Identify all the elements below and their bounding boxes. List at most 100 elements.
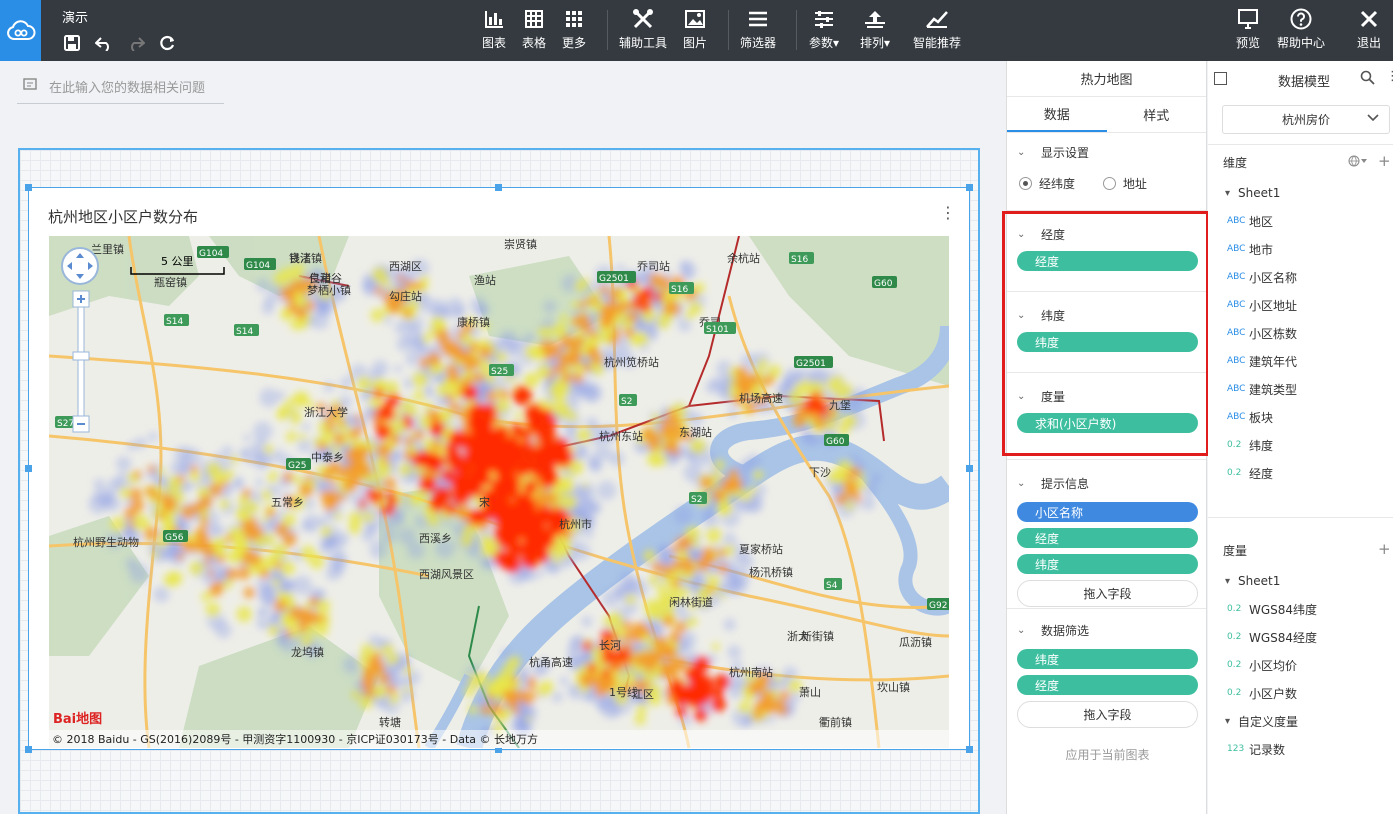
radio-address[interactable]: 地址 bbox=[1102, 175, 1147, 192]
map-copyright: © 2018 Baidu - GS(2016)2089号 - 甲测资字11009… bbox=[52, 732, 538, 746]
filter-field-pill[interactable]: 经度 bbox=[1017, 675, 1198, 695]
road-shield: G60 bbox=[872, 276, 897, 289]
save-icon[interactable] bbox=[62, 33, 82, 53]
field-name: 纬度 bbox=[1249, 438, 1274, 453]
list-icon bbox=[748, 8, 768, 30]
field-type-icon: ABC bbox=[1227, 356, 1246, 366]
field-item[interactable]: ABC 建筑类型 bbox=[1208, 375, 1393, 403]
filter-tool[interactable]: 筛选器 bbox=[740, 8, 776, 54]
resize-handle[interactable] bbox=[25, 184, 32, 191]
table-icon bbox=[525, 8, 543, 30]
collapse-panel-icon[interactable] bbox=[1214, 72, 1227, 85]
data-filter-header[interactable]: ⌄ 数据筛选 bbox=[1017, 621, 1198, 639]
question-input[interactable]: 在此输入您的数据相关问题 bbox=[17, 70, 224, 104]
field-type-icon: ABC bbox=[1227, 300, 1246, 310]
field-item[interactable]: ABC 小区地址 bbox=[1208, 291, 1393, 319]
road-label: G25 bbox=[288, 461, 306, 471]
redo-icon[interactable] bbox=[126, 33, 146, 53]
tooltip-field-pill[interactable]: 纬度 bbox=[1017, 554, 1198, 574]
refresh-icon[interactable] bbox=[158, 33, 178, 53]
table-tool[interactable]: 表格 bbox=[522, 8, 546, 54]
field-item[interactable]: 0.2 WGS84经度 bbox=[1208, 623, 1393, 651]
help-button[interactable]: 帮助中心 bbox=[1277, 8, 1325, 54]
drop-field-zone[interactable]: 拖入字段 bbox=[1017, 701, 1198, 728]
tooltip-section: ⌄ 提示信息 小区名称 经度 纬度 拖入字段 bbox=[1007, 460, 1206, 609]
resize-handle[interactable] bbox=[25, 465, 32, 472]
params-tool[interactable]: 参数▾ bbox=[809, 8, 839, 54]
road-shield: G25 bbox=[286, 458, 311, 471]
resize-handle[interactable] bbox=[966, 746, 973, 753]
tooltip-header[interactable]: ⌄ 提示信息 bbox=[1017, 474, 1198, 492]
map-pan-control[interactable] bbox=[61, 247, 99, 285]
exit-button[interactable]: 退出 bbox=[1357, 8, 1381, 54]
dimension-group[interactable]: ▾ Sheet1 bbox=[1208, 179, 1393, 207]
resize-handle[interactable] bbox=[966, 465, 973, 472]
road-shield: S16 bbox=[789, 252, 814, 265]
field-item[interactable]: ABC 板块 bbox=[1208, 403, 1393, 431]
heat-map[interactable]: 良渚镇良渚谷梦栖小镇勾庄站康桥镇崇贤镇乔司站余杭站乔司杭州笕桥站瓶窑镇浙江大学杭… bbox=[49, 236, 949, 748]
measure-group[interactable]: ▾ Sheet1 bbox=[1208, 567, 1393, 595]
more-menu-icon[interactable]: ⋮ bbox=[940, 203, 956, 222]
zoom-out-button[interactable] bbox=[72, 415, 90, 433]
field-type-icon: 123 bbox=[1227, 744, 1245, 754]
sort-tool[interactable]: 排列▾ bbox=[860, 8, 890, 54]
field-name: 板块 bbox=[1249, 410, 1274, 425]
assist-tool[interactable]: 辅助工具 bbox=[619, 8, 667, 54]
field-item[interactable]: 0.2 经度 bbox=[1208, 459, 1393, 487]
globe-icon[interactable] bbox=[1348, 155, 1368, 170]
cloud-logo-icon[interactable] bbox=[0, 0, 41, 61]
field-item[interactable]: ABC 建筑年代 bbox=[1208, 347, 1393, 375]
resize-handle[interactable] bbox=[966, 184, 973, 191]
zoom-in-button[interactable] bbox=[72, 290, 90, 308]
smart-recommend-tool[interactable]: 智能推荐 bbox=[913, 8, 961, 54]
place-label: 中泰乡 bbox=[311, 450, 344, 464]
place-label: 钱江 bbox=[289, 251, 311, 265]
resize-handle[interactable] bbox=[495, 184, 502, 191]
drop-field-zone[interactable]: 拖入字段 bbox=[1017, 580, 1198, 607]
image-tool[interactable]: 图片 bbox=[683, 8, 707, 54]
field-type-icon: ABC bbox=[1227, 272, 1246, 282]
road-shield: S14 bbox=[164, 314, 189, 327]
field-item[interactable]: 0.2 小区户数 bbox=[1208, 679, 1393, 707]
apply-to-chart-link[interactable]: 应用于当前图表 bbox=[1017, 746, 1198, 763]
field-type-icon: 0.2 bbox=[1227, 632, 1242, 642]
field-name: 建筑年代 bbox=[1249, 354, 1298, 369]
road-label: S16 bbox=[791, 255, 808, 265]
tooltip-field-pill[interactable]: 经度 bbox=[1017, 528, 1198, 548]
more-tool[interactable]: 更多 bbox=[562, 8, 586, 54]
road-label: G92 bbox=[929, 601, 947, 611]
filter-field-pill[interactable]: 纬度 bbox=[1017, 649, 1198, 669]
field-item[interactable]: ABC 地市 bbox=[1208, 235, 1393, 263]
field-item[interactable]: ABC 小区名称 bbox=[1208, 263, 1393, 291]
preview-button[interactable]: 预览 bbox=[1236, 8, 1260, 54]
more-icon[interactable]: ⋮ bbox=[1386, 69, 1393, 84]
place-label: 康桥镇 bbox=[457, 315, 490, 329]
radio-lnglat[interactable]: 经纬度 bbox=[1019, 175, 1075, 192]
place-label: 机场高速 bbox=[739, 391, 783, 405]
tooltip-field-pill[interactable]: 小区名称 bbox=[1017, 502, 1198, 522]
undo-icon[interactable] bbox=[94, 33, 114, 53]
custom-measure-group[interactable]: ▾ 自定义度量 bbox=[1208, 707, 1393, 735]
chart-tool[interactable]: 图表 bbox=[482, 8, 506, 54]
field-name: 小区地址 bbox=[1249, 298, 1298, 313]
field-item[interactable]: 0.2 WGS84纬度 bbox=[1208, 595, 1393, 623]
resize-handle[interactable] bbox=[25, 746, 32, 753]
document-title: 演示 bbox=[62, 11, 89, 26]
field-item[interactable]: ABC 小区栋数 bbox=[1208, 319, 1393, 347]
dataset-select[interactable]: 杭州房价 bbox=[1222, 105, 1390, 134]
field-item[interactable]: ABC 地区 bbox=[1208, 207, 1393, 235]
data-model-panel: 数据模型 ⋮ 杭州房价 维度 + ▾ Sheet1 ABC 地区 ABC 地市 ABC 小区… bbox=[1208, 61, 1393, 814]
display-settings-header[interactable]: ⌄ 显示设置 bbox=[1017, 143, 1198, 161]
add-dimension-icon[interactable]: + bbox=[1378, 152, 1391, 170]
tab-data[interactable]: 数据 bbox=[1007, 97, 1107, 132]
road-label: S2 bbox=[621, 397, 632, 407]
place-label: 东湖站 bbox=[679, 425, 712, 439]
road-label: G60 bbox=[826, 437, 845, 447]
field-item[interactable]: 0.2 纬度 bbox=[1208, 431, 1393, 459]
add-measure-icon[interactable]: + bbox=[1378, 540, 1391, 558]
field-item[interactable]: 123 记录数 bbox=[1208, 735, 1393, 763]
field-item[interactable]: 0.2 小区均价 bbox=[1208, 651, 1393, 679]
search-icon[interactable] bbox=[1360, 70, 1375, 89]
tab-style[interactable]: 样式 bbox=[1107, 97, 1207, 132]
monitor-icon bbox=[1237, 8, 1259, 30]
